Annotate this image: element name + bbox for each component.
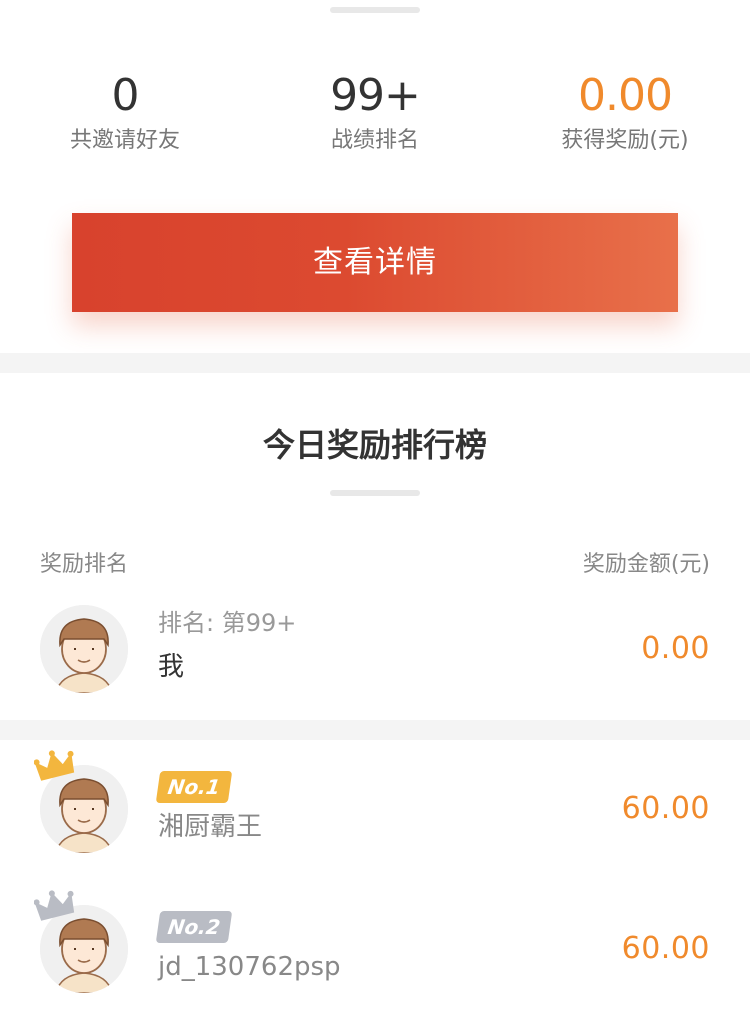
stat-invited-friends: 0 共邀请好友 (0, 70, 250, 158)
stat-reward: 0.00 获得奖励(元) (500, 70, 750, 158)
user-name: 湘厨霸王 (158, 812, 263, 842)
my-amount: 0.00 (641, 631, 710, 666)
stat-label: 共邀请好友 (69, 128, 180, 153)
section-divider (0, 353, 750, 373)
title-underline (330, 490, 420, 496)
gold-crown-icon (34, 749, 76, 783)
stat-label: 战绩排名 (330, 128, 419, 153)
my-rank-row[interactable]: 排名: 第99+ 我 0.00 (0, 605, 750, 705)
stat-value: 0.00 (578, 70, 673, 121)
view-details-button[interactable]: 查看详情 (72, 213, 678, 312)
user-avatar-icon (40, 605, 128, 693)
leaderboard-title: 今日奖励排行榜 (262, 426, 487, 464)
my-name: 我 (158, 652, 185, 682)
my-rank-text: 排名: 第99+ (158, 609, 297, 637)
stat-ranking: 99+ 战绩排名 (250, 70, 500, 158)
silver-crown-icon (34, 889, 76, 923)
reward-amount: 60.00 (621, 791, 710, 826)
stat-value: 0 (111, 70, 140, 121)
rank-badge: No.2 (155, 911, 233, 943)
avatar (40, 605, 128, 693)
column-header-rank: 奖励排名 (40, 552, 129, 577)
rank-badge: No.1 (155, 771, 233, 803)
leaderboard-row[interactable]: No.1 湘厨霸王 60.00 (0, 750, 750, 865)
column-header-amount: 奖励金额(元) (582, 552, 710, 577)
user-name: jd_130762psp (158, 952, 341, 982)
reward-amount: 60.00 (621, 931, 710, 966)
section-divider (0, 720, 750, 740)
sheet-drag-handle[interactable] (330, 7, 420, 13)
stats-summary: 0 共邀请好友 99+ 战绩排名 0.00 获得奖励(元) (0, 70, 750, 170)
leaderboard-row[interactable]: No.2 jd_130762psp 60.00 (0, 890, 750, 1005)
stat-value: 99+ (330, 70, 421, 121)
stat-label: 获得奖励(元) (561, 128, 689, 153)
